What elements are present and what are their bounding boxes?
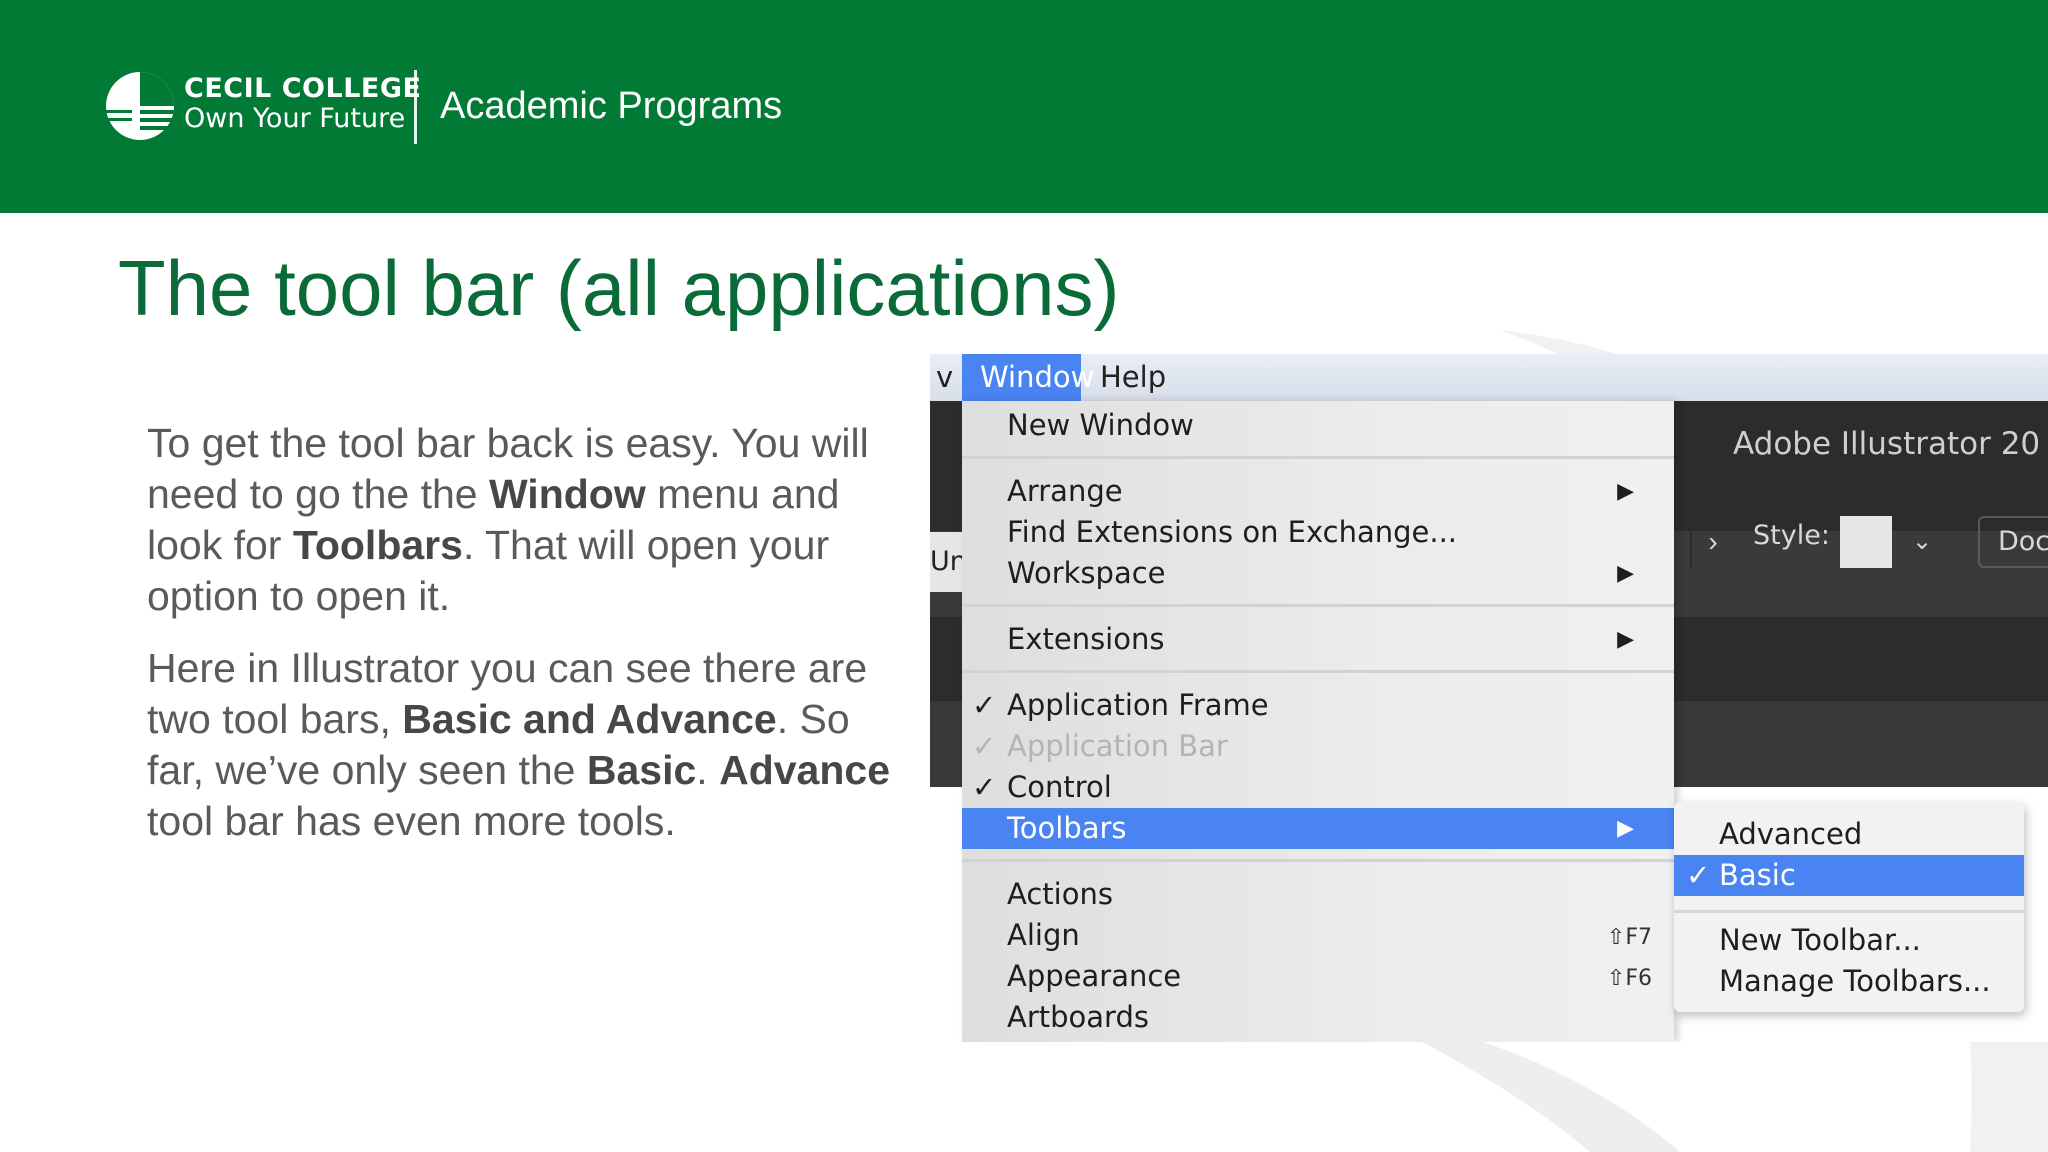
shortcut-label: ⇧F7 bbox=[1606, 925, 1652, 950]
submenu-item-label: New Toolbar... bbox=[1719, 923, 1921, 957]
checkmark-icon: ✓ bbox=[972, 729, 997, 763]
menu-item-label: Actions bbox=[1007, 877, 1113, 911]
paragraph-1: To get the tool bar back is easy. You wi… bbox=[147, 418, 907, 622]
submenu-arrow-icon: ▶ bbox=[1617, 627, 1634, 652]
menu-item-find-extensions[interactable]: Find Extensions on Exchange... bbox=[962, 512, 1674, 553]
menu-separator bbox=[962, 859, 1674, 862]
menu-item-label: Align bbox=[1007, 918, 1080, 952]
section-title: Academic Programs bbox=[440, 85, 783, 127]
menu-item-label: Application Frame bbox=[1007, 688, 1269, 722]
menu-item-label: Workspace bbox=[1007, 556, 1166, 590]
style-swatch[interactable] bbox=[1840, 516, 1892, 568]
menu-item-workspace[interactable]: Workspace ▶ bbox=[962, 553, 1674, 594]
submenu-item-basic[interactable]: ✓ Basic bbox=[1674, 855, 2024, 896]
menu-item-toolbars[interactable]: Toolbars ▶ bbox=[962, 808, 1674, 849]
menu-item-application-bar: ✓ Application Bar bbox=[962, 726, 1674, 767]
menu-item-label: Arrange bbox=[1007, 474, 1123, 508]
submenu-arrow-icon: ▶ bbox=[1617, 479, 1634, 504]
brand: CECIL COLLEGE Own Your Future bbox=[184, 74, 421, 134]
app-title: Adobe Illustrator 20 bbox=[1733, 426, 2041, 462]
checkmark-icon: ✓ bbox=[1686, 858, 1711, 892]
menu-item-label: Application Bar bbox=[1007, 729, 1228, 763]
menu-separator bbox=[962, 604, 1674, 607]
submenu-item-new-toolbar[interactable]: New Toolbar... bbox=[1674, 920, 2024, 961]
illustrator-screenshot: Adobe Illustrator 20 Un › Style: ⌄ Doc v… bbox=[930, 354, 2048, 1042]
menu-item-appearance[interactable]: Appearance ⇧F6 bbox=[962, 956, 1674, 997]
submenu-arrow-icon: ▶ bbox=[1617, 816, 1634, 841]
header-bar: CECIL COLLEGE Own Your Future Academic P… bbox=[0, 0, 2048, 213]
menu-item-label: Toolbars bbox=[1007, 811, 1127, 845]
toolbars-submenu: Advanced ✓ Basic New Toolbar... Manage To… bbox=[1674, 802, 2024, 1012]
bold-basic-advance: Basic and Advance bbox=[402, 696, 777, 742]
style-label: Style: bbox=[1753, 520, 1830, 551]
slide-title: The tool bar (all applications) bbox=[118, 244, 1120, 332]
menu-separator bbox=[1674, 910, 2024, 913]
menu-separator bbox=[962, 670, 1674, 673]
submenu-item-manage-toolbars[interactable]: Manage Toolbars... bbox=[1674, 961, 2024, 1002]
bold-window: Window bbox=[488, 471, 646, 517]
menubar-item-window[interactable]: Window bbox=[962, 354, 1094, 401]
partial-control-text: Un bbox=[930, 532, 962, 592]
mac-menubar: v Window Help bbox=[930, 354, 2048, 401]
brand-tagline: Own Your Future bbox=[184, 103, 406, 134]
bold-advance: Advance bbox=[719, 747, 891, 793]
menu-item-new-window[interactable]: New Window bbox=[962, 405, 1674, 446]
menu-separator bbox=[962, 456, 1674, 459]
window-menu: New Window Arrange ▶ Find Extensions on E… bbox=[962, 401, 1674, 1042]
shortcut-label: ⇧F6 bbox=[1606, 966, 1652, 991]
submenu-arrow-icon: ▶ bbox=[1617, 561, 1634, 586]
menubar-item-help[interactable]: Help bbox=[1082, 354, 1184, 401]
submenu-item-advanced[interactable]: Advanced bbox=[1674, 814, 2024, 855]
checkmark-icon: ✓ bbox=[972, 770, 997, 804]
brand-name: CECIL COLLEGE bbox=[184, 73, 422, 104]
document-setup-button[interactable]: Doc bbox=[1978, 516, 2048, 568]
menu-item-label: New Window bbox=[1007, 408, 1194, 442]
paragraph-2: Here in Illustrator you can see there ar… bbox=[147, 643, 907, 847]
cecil-college-logo-icon bbox=[104, 72, 176, 140]
menu-item-extensions[interactable]: Extensions ▶ bbox=[962, 619, 1674, 660]
chevron-down-icon[interactable]: ⌄ bbox=[1900, 516, 1944, 568]
submenu-item-label: Manage Toolbars... bbox=[1719, 964, 1991, 998]
bold-toolbars: Toolbars bbox=[292, 522, 463, 568]
menu-item-artboards[interactable]: Artboards bbox=[962, 997, 1674, 1038]
brand-divider bbox=[414, 70, 417, 144]
menu-item-label: Control bbox=[1007, 770, 1112, 804]
menu-item-label: Find Extensions on Exchange... bbox=[1007, 515, 1458, 549]
bold-basic: Basic bbox=[586, 747, 697, 793]
chevron-right-icon[interactable]: › bbox=[1690, 516, 1734, 568]
submenu-item-label: Advanced bbox=[1719, 817, 1863, 851]
menu-item-arrange[interactable]: Arrange ▶ bbox=[962, 471, 1674, 512]
menu-item-align[interactable]: Align ⇧F7 bbox=[962, 915, 1674, 956]
menu-item-application-frame[interactable]: ✓ Application Frame bbox=[962, 685, 1674, 726]
checkmark-icon: ✓ bbox=[972, 688, 997, 722]
submenu-item-label: Basic bbox=[1719, 858, 1796, 892]
text-run: tool bar has even more tools. bbox=[147, 798, 676, 844]
menu-item-control[interactable]: ✓ Control bbox=[962, 767, 1674, 808]
menu-item-label: Appearance bbox=[1007, 959, 1182, 993]
menu-item-label: Artboards bbox=[1007, 1000, 1149, 1034]
slide-body: To get the tool bar back is easy. You wi… bbox=[147, 418, 907, 868]
menu-item-label: Extensions bbox=[1007, 622, 1165, 656]
menu-item-actions[interactable]: Actions bbox=[962, 874, 1674, 915]
text-run: . bbox=[696, 747, 720, 793]
